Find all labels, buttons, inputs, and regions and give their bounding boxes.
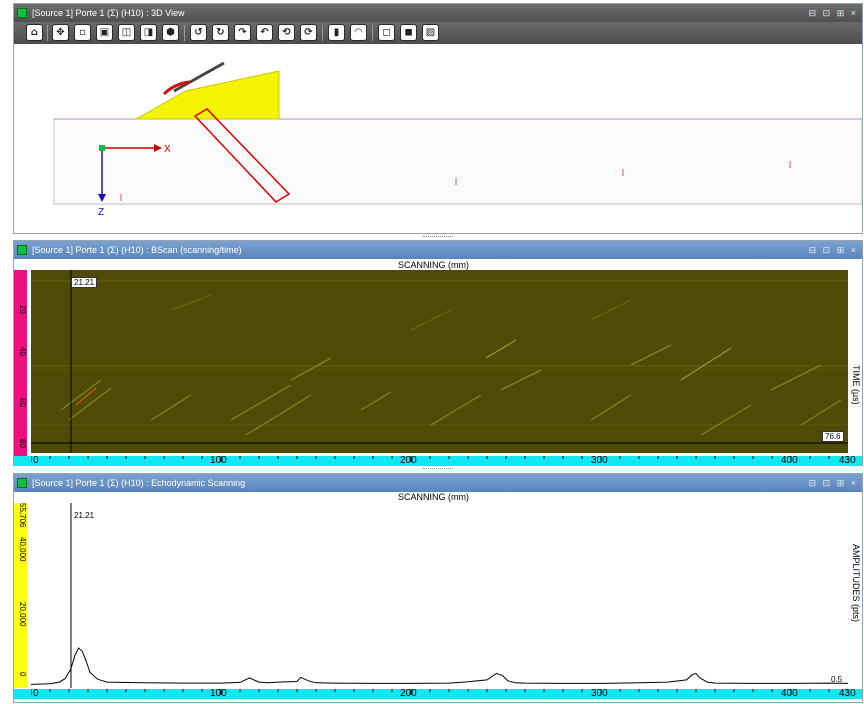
bscan-x-tick: 430 xyxy=(839,455,856,466)
bscan-title: [Source 1] Porte 1 (Σ) (H10) : BScan (sc… xyxy=(32,245,242,255)
bscan-titlebar[interactable]: [Source 1] Porte 1 (Σ) (H10) : BScan (sc… xyxy=(14,241,862,259)
cube-solid-icon[interactable]: ◼ xyxy=(400,24,417,41)
toolbar-separator xyxy=(322,25,323,41)
rotate-left-icon[interactable]: ↺ xyxy=(190,24,207,41)
bscan-x-tick: 400 xyxy=(781,455,798,466)
echo-panel: [Source 1] Porte 1 (Σ) (H10) : Echodynam… xyxy=(13,473,863,703)
bscan-y-axis-label: TIME (µs) xyxy=(851,365,861,405)
bscan-cursor-x-value: 21.21 xyxy=(71,277,98,288)
rotate-cw-icon[interactable]: ⟳ xyxy=(300,24,317,41)
bscan-image[interactable] xyxy=(31,270,848,453)
specimen-block xyxy=(53,118,862,205)
panel-splitter[interactable] xyxy=(423,468,453,470)
view3d-toolbar: ⌂ ✥ ▫ ▣ ◫ ◨ ⬢ ↺ ↻ ↷ ↶ ⟲ ⟳ ▮ ◠ ◻ ◼ ▨ xyxy=(14,22,862,44)
echo-x-tick: 300 xyxy=(591,688,608,699)
bscan-x-tick: 300 xyxy=(591,455,608,466)
rotate-ccw-icon[interactable]: ⟲ xyxy=(278,24,295,41)
view-front-icon[interactable]: ▫ xyxy=(74,24,91,41)
panel-status-icon xyxy=(17,8,27,18)
window-controls[interactable]: ⊟ ⊡ ⊞ × xyxy=(809,241,858,259)
bscan-x-axis-label: SCANNING (mm) xyxy=(398,260,469,270)
window-controls[interactable]: ⊟ ⊡ ⊞ × xyxy=(809,4,858,22)
echo-x-tick: 100 xyxy=(210,688,227,699)
view-right-icon[interactable]: ◨ xyxy=(140,24,157,41)
bscan-x-ticks xyxy=(31,456,848,462)
fit-icon[interactable]: ✥ xyxy=(52,24,69,41)
echo-x-tick: 200 xyxy=(400,688,417,699)
bscan-x-tick: 0 xyxy=(33,455,39,466)
echo-x-tick: 400 xyxy=(781,688,798,699)
echo-x-tick: 430 xyxy=(839,688,856,699)
echo-threshold-value: 0.5 xyxy=(831,675,843,684)
view-back-icon[interactable]: ▣ xyxy=(96,24,113,41)
window-controls[interactable]: ⊟ ⊡ ⊞ × xyxy=(809,474,858,492)
bscan-y-tick: 40 xyxy=(18,347,27,356)
toolbar-separator xyxy=(184,25,185,41)
panel-status-icon xyxy=(17,245,27,255)
bscan-color-scale[interactable] xyxy=(14,270,27,457)
view3d-panel: [Source 1] Porte 1 (Σ) (H10) : 3D View ⊟… xyxy=(13,3,863,234)
echo-amplitude-scale[interactable] xyxy=(14,503,27,688)
view-iso-icon[interactable]: ⬢ xyxy=(162,24,179,41)
rotate-right-icon[interactable]: ↻ xyxy=(212,24,229,41)
echo-y-tick: 20,000 xyxy=(18,602,27,627)
ruler-icon[interactable]: ▮ xyxy=(328,24,345,41)
view3d-titlebar[interactable]: [Source 1] Porte 1 (Σ) (H10) : 3D View ⊟… xyxy=(14,4,862,22)
bscan-panel: [Source 1] Porte 1 (Σ) (H10) : BScan (sc… xyxy=(13,240,863,466)
panel-status-icon xyxy=(17,478,27,488)
z-axis-label: Z xyxy=(98,207,104,218)
rotate-down-icon[interactable]: ↶ xyxy=(256,24,273,41)
bscan-y-tick: 20 xyxy=(18,305,27,314)
view3d-canvas[interactable]: X Z xyxy=(14,44,862,233)
echo-plot[interactable] xyxy=(31,503,848,688)
bscan-x-tick: 200 xyxy=(400,455,417,466)
echo-x-ticks xyxy=(31,689,848,695)
origin-marker xyxy=(99,145,105,151)
echo-y-tick: 55,706 xyxy=(18,503,27,528)
echo-y-axis-label: AMPLITUDES (pts) xyxy=(851,544,861,623)
echo-titlebar[interactable]: [Source 1] Porte 1 (Σ) (H10) : Echodynam… xyxy=(14,474,862,492)
bscan-y-tick: 60 xyxy=(18,398,27,407)
cube-wire-icon[interactable]: ◻ xyxy=(378,24,395,41)
rotate-up-icon[interactable]: ↷ xyxy=(234,24,251,41)
echo-title: [Source 1] Porte 1 (Σ) (H10) : Echodynam… xyxy=(32,478,246,488)
view3d-title: [Source 1] Porte 1 (Σ) (H10) : 3D View xyxy=(32,8,185,18)
bscan-cursor-y-value: 76.6 xyxy=(822,431,844,442)
toolbar-separator xyxy=(47,25,48,41)
bscan-x-tick: 100 xyxy=(210,455,227,466)
toolbar-separator xyxy=(372,25,373,41)
echo-cursor-x-value: 21.21 xyxy=(74,511,95,520)
echo-x-axis-label: SCANNING (mm) xyxy=(398,492,469,502)
echo-x-tick: 0 xyxy=(33,688,39,699)
hatch-icon[interactable]: ▨ xyxy=(422,24,439,41)
echo-y-tick: 0 xyxy=(18,672,27,677)
panel-splitter[interactable] xyxy=(423,236,453,238)
bscan-y-tick: 80 xyxy=(18,439,27,448)
protractor-icon[interactable]: ◠ xyxy=(350,24,367,41)
view-left-icon[interactable]: ◫ xyxy=(118,24,135,41)
home-icon[interactable]: ⌂ xyxy=(26,24,43,41)
echo-y-tick: 40,000 xyxy=(18,537,27,562)
x-axis-label: X xyxy=(164,144,171,155)
